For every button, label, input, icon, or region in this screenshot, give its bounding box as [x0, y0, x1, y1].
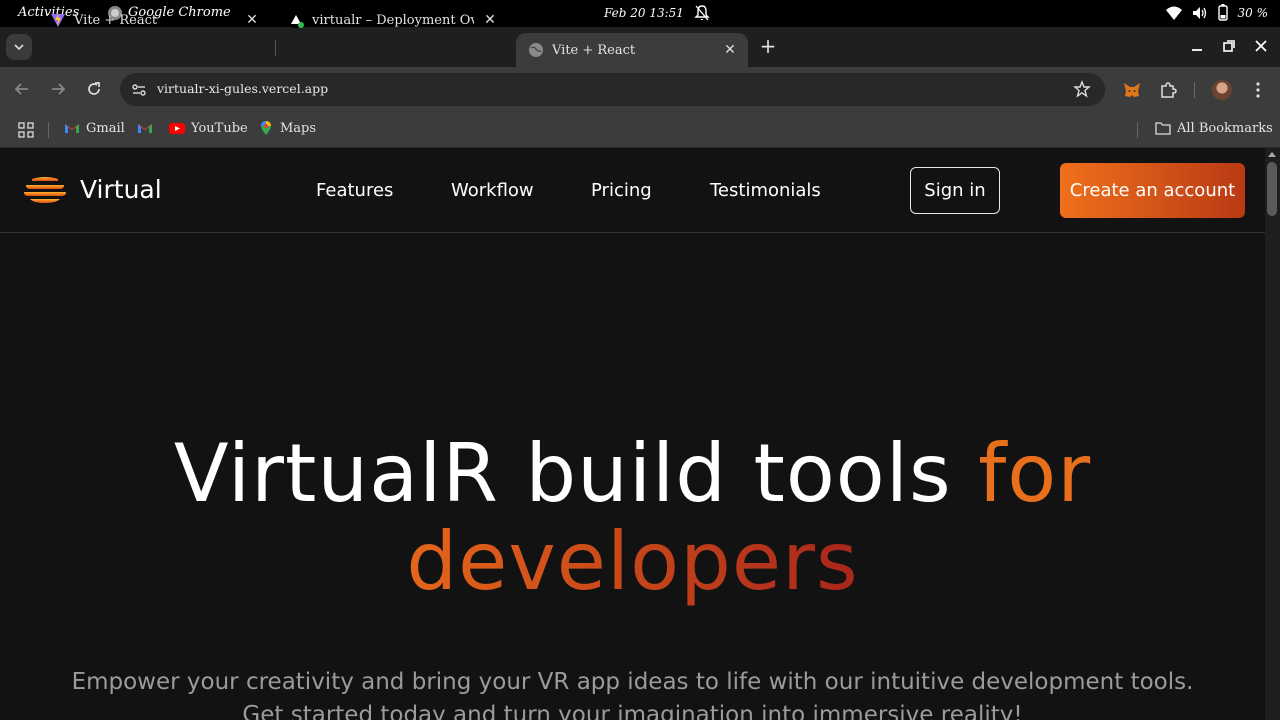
nav-link-pricing[interactable]: Pricing — [591, 180, 652, 201]
bookmark-label: Maps — [280, 120, 317, 136]
bookmark-youtube[interactable]: YouTube — [169, 120, 248, 136]
hero-text-accent: for — [978, 427, 1092, 520]
globe-favicon-icon — [529, 43, 543, 57]
close-tab-icon[interactable]: ✕ — [482, 12, 498, 28]
extensions-puzzle-icon[interactable] — [1158, 80, 1178, 100]
scroll-up-arrow-icon[interactable] — [1268, 152, 1276, 157]
hero-text-gradient: developers — [406, 515, 859, 608]
wifi-icon — [1165, 6, 1182, 20]
nav-link-workflow[interactable]: Workflow — [451, 180, 534, 201]
system-tray[interactable]: 30 % — [1165, 4, 1269, 21]
brand-name[interactable]: Virtual — [80, 175, 162, 204]
tab-vite-react-active[interactable]: Vite + React ✕ — [516, 33, 748, 67]
all-bookmarks[interactable]: All Bookmarks — [1155, 120, 1273, 136]
nav-link-features[interactable]: Features — [316, 180, 393, 201]
youtube-icon — [169, 123, 185, 134]
volume-icon — [1192, 6, 1206, 19]
tab-vite-react-1[interactable]: Vite + React ✕ — [38, 5, 270, 35]
bookmark-label: YouTube — [191, 120, 248, 136]
bookmark-maps[interactable]: Maps — [258, 120, 316, 136]
folder-icon — [1155, 122, 1171, 135]
battery-icon — [1217, 4, 1228, 21]
toolbar-divider — [1194, 82, 1195, 98]
site-info-icon[interactable] — [130, 81, 148, 99]
bookmarks-bar: Gmail YouTube Maps All Bookmarks — [0, 112, 1280, 148]
site-header: Virtual Features Workflow Pricing Testim… — [0, 148, 1265, 233]
tab-divider — [275, 40, 276, 56]
browser-toolbar: virtualr-xi-gules.vercel.app — [0, 67, 1280, 112]
bookmark-star-icon[interactable] — [1073, 80, 1091, 98]
tab-vercel-deployment[interactable]: virtualr – Deployment Overv ✕ — [276, 5, 508, 35]
tab-title: Vite + React — [552, 42, 636, 58]
tab-search-button[interactable] — [6, 34, 32, 60]
bookmarks-divider — [48, 122, 49, 138]
notification-bell-icon — [694, 5, 710, 21]
all-bookmarks-label: All Bookmarks — [1177, 120, 1273, 136]
chevron-down-icon — [14, 44, 24, 51]
close-window-icon[interactable] — [1253, 38, 1269, 54]
maps-pin-icon — [261, 121, 271, 135]
subtitle-line-2: Get started today and turn your imaginat… — [242, 702, 1023, 720]
address-bar[interactable]: virtualr-xi-gules.vercel.app — [120, 73, 1105, 106]
bookmark-gmail-icon-only[interactable] — [137, 120, 153, 136]
hero-text-white: VirtualR build tools — [173, 427, 979, 520]
virtual-logo-icon[interactable] — [22, 175, 68, 205]
bookmarks-divider — [1137, 122, 1138, 138]
more-menu-icon[interactable] — [1249, 80, 1267, 100]
web-page: Virtual Features Workflow Pricing Testim… — [0, 148, 1265, 720]
apps-grid-icon[interactable] — [18, 122, 34, 138]
hero-heading: VirtualR build tools for developers — [0, 430, 1265, 606]
subtitle-line-1: Empower your creativity and bring your V… — [71, 669, 1194, 695]
bookmark-gmail[interactable]: Gmail — [64, 120, 125, 136]
forward-arrow-icon[interactable] — [48, 79, 68, 99]
create-account-button[interactable]: Create an account — [1060, 163, 1245, 218]
profile-avatar[interactable] — [1212, 80, 1232, 100]
tab-title: Vite + React — [74, 12, 158, 28]
vercel-favicon-icon — [288, 12, 304, 28]
close-tab-icon[interactable]: ✕ — [722, 42, 738, 58]
clock[interactable]: Feb 20 13:51 — [604, 6, 684, 20]
reload-icon[interactable] — [84, 79, 104, 99]
tab-title: virtualr – Deployment Overv — [312, 12, 474, 28]
new-tab-button[interactable]: + — [758, 36, 778, 56]
back-arrow-icon[interactable] — [12, 79, 32, 99]
nav-link-testimonials[interactable]: Testimonials — [710, 180, 821, 201]
gmail-icon — [65, 124, 79, 133]
gmail-icon — [138, 124, 152, 133]
vite-favicon-icon — [51, 13, 65, 27]
restore-icon[interactable] — [1221, 38, 1237, 54]
close-tab-icon[interactable]: ✕ — [244, 12, 260, 28]
page-scrollbar[interactable] — [1265, 148, 1280, 720]
hero-subtitle: Empower your creativity and bring your V… — [0, 666, 1265, 720]
metamask-extension-icon[interactable] — [1122, 80, 1142, 100]
bookmark-label: Gmail — [86, 120, 125, 136]
minimize-icon[interactable] — [1189, 38, 1205, 54]
sign-in-button[interactable]: Sign in — [910, 167, 1000, 214]
scrollbar-thumb[interactable] — [1267, 162, 1277, 216]
battery-percent: 30 % — [1237, 5, 1269, 20]
url-text: virtualr-xi-gules.vercel.app — [157, 81, 329, 96]
